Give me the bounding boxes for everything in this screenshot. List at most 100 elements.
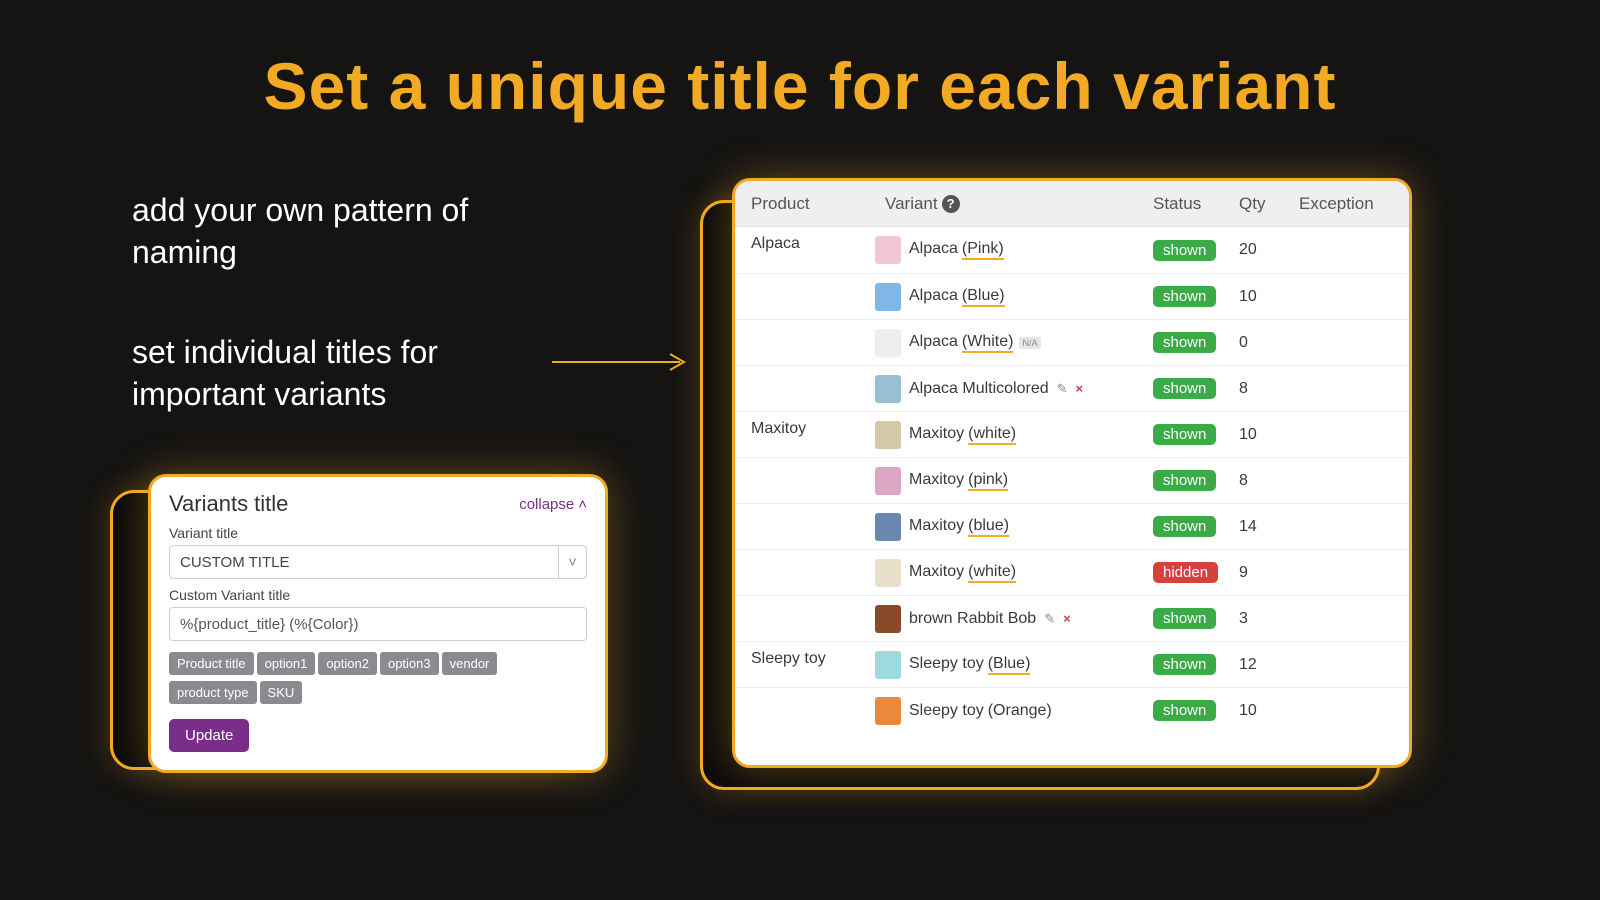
qty-cell: 8 [1239, 380, 1299, 398]
status-cell: shown [1153, 608, 1239, 629]
table-row: Sleepy toySleepy toy (Blue)shown 12 [735, 641, 1409, 687]
col-header-exception: Exception [1299, 194, 1409, 214]
product-cell [735, 688, 875, 696]
qty-cell: 10 [1239, 288, 1299, 306]
status-cell: shown [1153, 516, 1239, 537]
product-thumbnail [875, 697, 901, 725]
variant-title: Maxitoy (blue) [909, 517, 1009, 537]
token-tag[interactable]: option2 [318, 652, 377, 675]
token-tag[interactable]: product type [169, 681, 257, 704]
collapse-label: collapse [519, 496, 574, 513]
status-badge: shown [1153, 240, 1216, 261]
qty-cell: 20 [1239, 241, 1299, 259]
custom-variant-title-input[interactable] [169, 607, 587, 641]
product-thumbnail [875, 329, 901, 357]
status-cell: shown [1153, 240, 1239, 261]
variant-cell: Alpaca (Blue) [875, 277, 1153, 317]
status-cell: shown [1153, 286, 1239, 307]
update-button[interactable]: Update [169, 719, 249, 752]
edit-icon[interactable]: ✎ [1044, 611, 1055, 627]
token-tag[interactable]: option3 [380, 652, 439, 675]
status-cell: shown [1153, 654, 1239, 675]
variant-cell: Sleepy toy (Orange) [875, 691, 1153, 731]
status-badge: shown [1153, 470, 1216, 491]
table-header: Product Variant ? Status Qty Exception [735, 181, 1409, 227]
product-thumbnail [875, 559, 901, 587]
product-thumbnail [875, 421, 901, 449]
description-pattern: add your own pattern of naming [132, 190, 552, 273]
variant-cell: Maxitoy (blue) [875, 507, 1153, 547]
token-tag[interactable]: SKU [260, 681, 303, 704]
table-row: Alpaca Multicolored✎×shown8 [735, 365, 1409, 411]
product-cell [735, 504, 875, 512]
status-cell: shown [1153, 332, 1239, 353]
variant-cell: Sleepy toy (Blue) [875, 645, 1153, 685]
status-badge: hidden [1153, 562, 1218, 583]
qty-cell: 14 [1239, 518, 1299, 536]
product-thumbnail [875, 283, 901, 311]
product-cell: Alpaca [735, 227, 875, 253]
col-header-product: Product [735, 194, 875, 214]
product-thumbnail [875, 236, 901, 264]
page-title: Set a unique title for each variant [0, 48, 1600, 124]
qty-cell: 10 [1239, 702, 1299, 720]
table-row: Maxitoy (blue) shown 14 [735, 503, 1409, 549]
status-badge: shown [1153, 608, 1216, 629]
table-row: AlpacaAlpaca (Pink)shown20 [735, 227, 1409, 273]
token-tags: Product titleoption1option2option3vendor… [169, 649, 587, 707]
variant-title: Maxitoy (white) [909, 425, 1016, 445]
status-badge: shown [1153, 378, 1216, 399]
variant-title-select[interactable]: CUSTOM TITLE ˅ [169, 545, 587, 579]
delete-icon[interactable]: × [1063, 611, 1071, 626]
qty-cell: 12 [1239, 656, 1299, 674]
variant-title: brown Rabbit Bob✎× [909, 610, 1071, 628]
variant-cell: Maxitoy (white) [875, 415, 1153, 455]
status-badge: shown [1153, 516, 1216, 537]
help-icon[interactable]: ? [942, 195, 960, 213]
status-badge: shown [1153, 654, 1216, 675]
product-cell [735, 366, 875, 374]
variant-cell: Alpaca Multicolored✎× [875, 369, 1153, 409]
variant-cell: brown Rabbit Bob✎× [875, 599, 1153, 639]
variant-title: Alpaca (White)N/A [909, 333, 1041, 353]
variant-title: Alpaca Multicolored✎× [909, 380, 1083, 398]
variants-title-panel: Variants title collapse ˄ Variant title … [148, 474, 608, 773]
table-row: Maxitoy (pink) shown 8 [735, 457, 1409, 503]
col-header-qty: Qty [1239, 194, 1299, 214]
product-thumbnail [875, 513, 901, 541]
status-cell: shown [1153, 424, 1239, 445]
status-cell: shown [1153, 378, 1239, 399]
select-value: CUSTOM TITLE [180, 554, 289, 571]
product-thumbnail [875, 605, 901, 633]
status-cell: shown [1153, 470, 1239, 491]
status-badge: shown [1153, 332, 1216, 353]
delete-icon[interactable]: × [1076, 381, 1084, 396]
variant-title: Maxitoy (pink) [909, 471, 1008, 491]
custom-variant-title-label: Custom Variant title [169, 587, 587, 603]
token-tag[interactable]: option1 [257, 652, 316, 675]
variant-title: Sleepy toy (Orange) [909, 702, 1052, 720]
product-cell [735, 550, 875, 558]
qty-cell: 0 [1239, 334, 1299, 352]
product-thumbnail [875, 467, 901, 495]
product-cell: Maxitoy [735, 412, 875, 438]
variant-title: Maxitoy (white) [909, 563, 1016, 583]
status-badge: shown [1153, 286, 1216, 307]
collapse-toggle[interactable]: collapse ˄ [519, 496, 587, 513]
arrow-icon [552, 352, 692, 372]
qty-cell: 3 [1239, 610, 1299, 628]
product-cell [735, 458, 875, 466]
qty-cell: 8 [1239, 472, 1299, 490]
token-tag[interactable]: Product title [169, 652, 254, 675]
product-cell [735, 596, 875, 604]
status-badge: shown [1153, 424, 1216, 445]
variant-cell: Maxitoy (white) [875, 553, 1153, 593]
variant-cell: Alpaca (White)N/A [875, 323, 1153, 363]
product-cell: Sleepy toy [735, 642, 875, 668]
product-thumbnail [875, 651, 901, 679]
table-row: brown Rabbit Bob✎×shown3 [735, 595, 1409, 641]
edit-icon[interactable]: ✎ [1057, 381, 1068, 397]
variant-title: Alpaca (Blue) [909, 287, 1005, 307]
token-tag[interactable]: vendor [442, 652, 498, 675]
table-row: MaxitoyMaxitoy (white)shown10 [735, 411, 1409, 457]
